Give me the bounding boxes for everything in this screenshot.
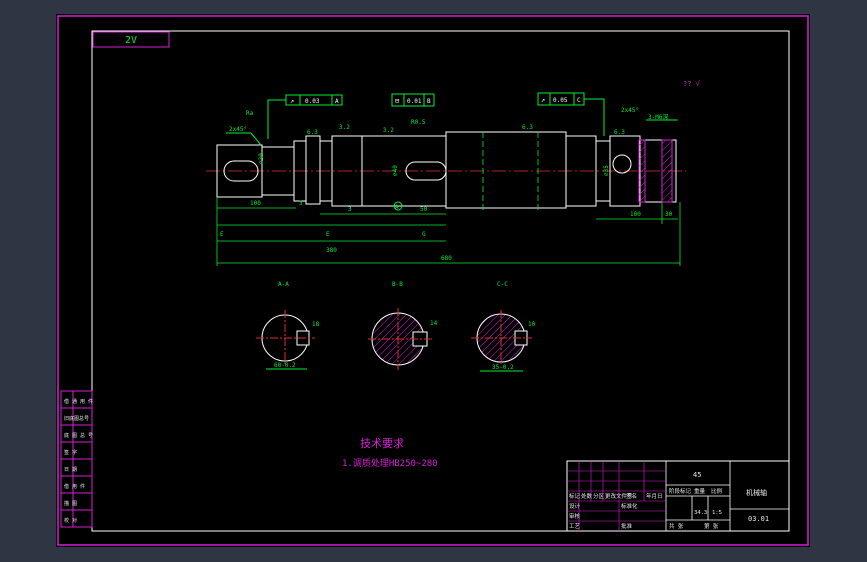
svg-text:18: 18	[312, 321, 320, 328]
svg-text:设计: 设计	[569, 502, 581, 510]
svg-text:比例: 比例	[711, 487, 723, 495]
material-field: 45	[693, 471, 701, 479]
left-stamp-table: 借 通 用 件 旧底图总号 底 图 总 号 签 字 日 期 借 用 件 描 图 …	[60, 390, 93, 528]
svg-text:共 张: 共 张	[669, 522, 684, 530]
svg-text:借 通 用 件: 借 通 用 件	[64, 398, 93, 405]
title-block: 标记 处数 分区 更改文件号 签名 年月日 设计 标准化 审核 工艺 批准 阶段…	[566, 460, 790, 532]
dim-overall-length: 680	[441, 255, 452, 262]
roughness-marks: 6.3 3.2 3.2 6.3 6.3	[307, 124, 625, 136]
tolerance-frame-3: ↗ 0.05 C	[537, 92, 605, 136]
svg-text:阶段标记: 阶段标记	[669, 487, 692, 495]
general-roughness-note: ?? √	[683, 80, 701, 88]
svg-text:6.3: 6.3	[614, 129, 625, 136]
section-view-a: A-A 60-0.2 18	[256, 281, 320, 370]
chamfer-note-left: 2x45°	[229, 126, 247, 133]
svg-text:B-B: B-B	[392, 281, 403, 288]
svg-text:14: 14	[430, 320, 438, 327]
svg-text:旧底图总号: 旧底图总号	[64, 415, 89, 422]
svg-text:校 对: 校 对	[64, 517, 77, 524]
svg-text:重量: 重量	[694, 487, 706, 495]
section-view-c: C-C 35-0.2 10	[471, 281, 536, 372]
dim-left-step: 3	[299, 200, 303, 207]
revision-tag: 2V	[92, 31, 170, 48]
svg-text:1:5: 1:5	[712, 510, 722, 516]
svg-text:C-C: C-C	[497, 281, 508, 288]
svg-text:A-A: A-A	[278, 281, 289, 288]
svg-text:标记: 标记	[569, 492, 581, 500]
svg-text:6.3: 6.3	[307, 129, 318, 136]
dim-right-end: 30	[665, 211, 673, 218]
svg-text:描 图: 描 图	[64, 500, 77, 507]
svg-text:底 图 总 号: 底 图 总 号	[64, 432, 93, 439]
cad-viewport[interactable]: 2V ?? √ ↗ 0.03 A ⊟ 0.01 B ↗ 0.05 C 2x45°…	[56, 14, 810, 547]
svg-text:标准化: 标准化	[621, 502, 638, 510]
tech-requirements-title: 技术要求	[360, 437, 404, 450]
tip-note: Ra	[246, 110, 254, 117]
partial-section-hatch	[638, 139, 646, 203]
partial-section-hatch-2	[661, 139, 673, 203]
dim-center-gap: 50	[420, 206, 428, 213]
dim-left-key: 100	[250, 200, 261, 207]
svg-text:↗: ↗	[290, 97, 294, 105]
svg-text:日 期: 日 期	[64, 467, 77, 473]
dim-diam-small: ∅30	[258, 153, 265, 164]
tech-requirements-line1: 1.调质处理HB250~280	[342, 457, 438, 469]
svg-text:⊟: ⊟	[395, 97, 399, 105]
svg-text:批准: 批准	[621, 522, 633, 530]
svg-text:2V: 2V	[125, 35, 137, 46]
svg-text:工艺: 工艺	[569, 523, 581, 530]
svg-text:3.2: 3.2	[383, 127, 394, 134]
section-view-b: B-B 14	[368, 281, 438, 370]
svg-text:A: A	[335, 98, 339, 105]
svg-text:3.2: 3.2	[339, 124, 350, 131]
svg-text:B: B	[427, 98, 431, 105]
svg-text:审核: 审核	[569, 512, 581, 520]
svg-text:第 张: 第 张	[704, 522, 719, 530]
dim-overall-left: E	[220, 231, 224, 238]
dim-diam-right: ∅35	[603, 165, 610, 176]
svg-text:6.3: 6.3	[522, 124, 533, 131]
svg-text:签名: 签名	[626, 492, 637, 500]
drawing-frame	[91, 30, 790, 532]
cad-drawing-canvas[interactable]: 2V ?? √ ↗ 0.03 A ⊟ 0.01 B ↗ 0.05 C 2x45°…	[56, 14, 810, 547]
radius-note: R0.5	[411, 119, 426, 126]
svg-text:C: C	[577, 97, 581, 104]
svg-text:签 字: 签 字	[64, 449, 77, 456]
svg-text:↗: ↗	[541, 96, 545, 104]
shaft-main-view	[206, 131, 686, 210]
svg-text:0.01: 0.01	[407, 98, 422, 105]
svg-text:0.03: 0.03	[305, 98, 320, 105]
svg-text:分区: 分区	[593, 492, 605, 500]
drawing-number-field: 03.01	[748, 515, 769, 523]
dim-diam-mid: ∅40	[392, 165, 399, 176]
dim-overall-right: G	[422, 231, 426, 238]
svg-text:34.3: 34.3	[694, 510, 707, 516]
svg-text:A: A	[395, 204, 399, 211]
svg-text:10: 10	[528, 321, 536, 328]
tolerance-frame-2: ⊟ 0.01 B	[391, 93, 435, 107]
svg-text:借 用 件: 借 用 件	[64, 483, 85, 490]
dim-overall-mid: E	[326, 231, 330, 238]
dim-total-length: 380	[326, 247, 337, 254]
svg-text:年月日: 年月日	[646, 492, 663, 500]
part-name-field: 机械轴	[746, 488, 767, 497]
tolerance-frame-1: ↗ 0.03 A	[267, 94, 343, 139]
dim-center-key: 3	[348, 206, 352, 213]
svg-text:60-0.2: 60-0.2	[274, 362, 296, 369]
chamfer-note-right: 2x45°	[621, 107, 639, 114]
svg-text:35-0.2: 35-0.2	[492, 364, 514, 371]
svg-text:处数: 处数	[581, 492, 593, 500]
dim-right-key: 100	[630, 211, 641, 218]
svg-text:0.05: 0.05	[553, 97, 568, 104]
